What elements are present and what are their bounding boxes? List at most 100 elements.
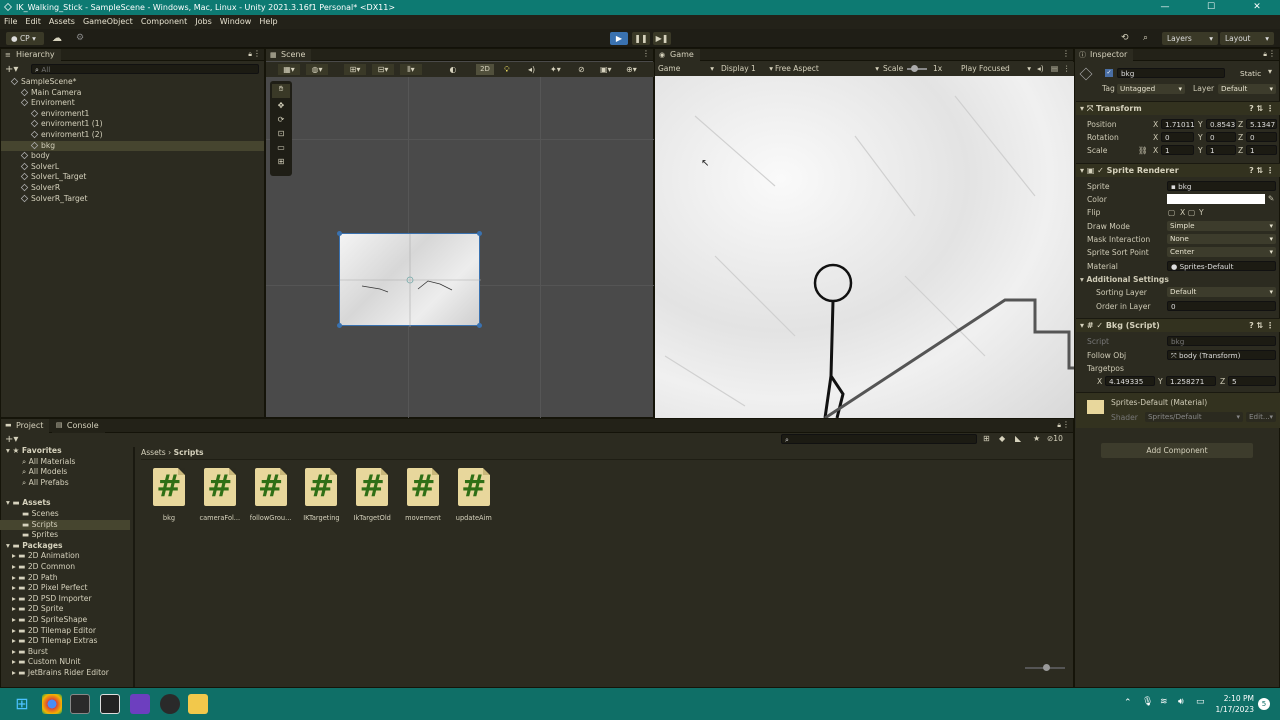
bkg-sprite[interactable]: [337, 231, 482, 328]
tab-scene[interactable]: ▦ Scene: [266, 49, 312, 61]
tree-section-packages[interactable]: ▾ ▬ Packages: [6, 541, 63, 552]
battery-icon[interactable]: ▭: [1196, 697, 1205, 707]
object-name-input[interactable]: bkg: [1117, 68, 1225, 78]
mute-audio-icon[interactable]: ◂): [1037, 62, 1044, 76]
stats-icon[interactable]: ▤: [1051, 62, 1058, 76]
enabled-checkbox[interactable]: ✓: [1097, 166, 1104, 175]
search-by-label-icon[interactable]: ◆: [999, 434, 1005, 443]
add-icon[interactable]: +▾: [5, 64, 18, 75]
tab-game[interactable]: ◉ Game: [655, 49, 700, 61]
scale-y-field[interactable]: 1: [1206, 145, 1236, 155]
grid-snap-icon[interactable]: ⊞▾: [344, 64, 366, 75]
breadcrumb-assets[interactable]: Assets: [141, 448, 166, 457]
resize-handle[interactable]: [477, 323, 482, 328]
enabled-checkbox[interactable]: ✓: [1096, 321, 1103, 330]
lighting-icon[interactable]: 💡︎: [504, 64, 516, 75]
gizmos-icon[interactable]: ⋮: [1063, 62, 1071, 76]
lock-icon[interactable]: 🔒︎: [1057, 421, 1061, 430]
active-checkbox[interactable]: ✓: [1105, 69, 1113, 77]
add-asset-icon[interactable]: +▾: [5, 434, 18, 445]
hidden-objects-icon[interactable]: ⊘: [578, 64, 592, 75]
scale-slider[interactable]: [907, 65, 927, 72]
move-tool-icon[interactable]: ✥: [272, 101, 290, 113]
layout-dropdown[interactable]: Layout ▾: [1220, 32, 1274, 45]
scale-x-field[interactable]: 1: [1161, 145, 1194, 155]
align-icon[interactable]: ⫴▾: [400, 64, 422, 75]
tree-item[interactable]: ▸ ▬ 2D Sprite: [0, 604, 130, 615]
save-search-icon[interactable]: ◣: [1015, 434, 1021, 443]
breadcrumb-scripts[interactable]: Scripts: [174, 448, 204, 457]
hierarchy-item[interactable]: SolverL_Target: [1, 172, 264, 183]
maximize-button[interactable]: ☐: [1188, 0, 1234, 15]
sort-point-dropdown[interactable]: Center: [1167, 247, 1276, 257]
layers-dropdown[interactable]: Layers ▾: [1162, 32, 1218, 45]
wifi-icon[interactable]: ≋: [1160, 697, 1168, 707]
chevron-up-icon[interactable]: ⌃: [1124, 698, 1132, 708]
increment-snap-icon[interactable]: ⊟▾: [372, 64, 394, 75]
targetpos-y-field[interactable]: 1.258271: [1166, 376, 1216, 386]
mask-interaction-dropdown[interactable]: None: [1167, 234, 1276, 244]
unity-editor-icon[interactable]: [100, 694, 120, 714]
script-asset[interactable]: # followGrou...: [250, 468, 292, 522]
more-icon[interactable]: ⋮: [253, 49, 261, 58]
tree-item[interactable]: ▸ ▬ 2D SpriteShape: [0, 615, 130, 626]
tree-item[interactable]: ▸ ▬ Burst: [0, 647, 130, 658]
menu-gameobject[interactable]: GameObject: [79, 17, 137, 26]
menu-jobs[interactable]: Jobs: [191, 17, 216, 26]
tree-item[interactable]: ▬ Sprites: [0, 530, 130, 541]
visual-studio-icon[interactable]: [130, 694, 150, 714]
aspect-dropdown[interactable]: Free Aspect ▾: [775, 62, 879, 76]
sprite-renderer-header[interactable]: ▾ ▣ ✓ Sprite Renderer ? ⇅ ⋮: [1076, 163, 1280, 177]
draw-mode-icon[interactable]: ▦▾: [278, 64, 300, 75]
tab-hierarchy[interactable]: ≡ Hierarchy: [1, 49, 61, 61]
transform-tool-icon[interactable]: ⊞: [272, 157, 290, 169]
toggle-2d-button[interactable]: 2D: [476, 64, 494, 75]
color-swatch[interactable]: [1167, 194, 1265, 204]
hierarchy-item[interactable]: SolverR: [1, 183, 264, 194]
tree-item[interactable]: ▸ ▬ 2D Pixel Perfect: [0, 583, 130, 594]
position-y-field[interactable]: 0.8543: [1206, 119, 1236, 129]
tree-item[interactable]: ▬ Scripts: [0, 519, 130, 531]
zoom-slider-thumb[interactable]: [1043, 664, 1050, 671]
unity-hub-icon[interactable]: [70, 694, 90, 714]
resize-handle[interactable]: [337, 323, 342, 328]
script-asset[interactable]: # IKTargeting: [300, 468, 342, 522]
tab-project[interactable]: ▬ Project: [1, 419, 50, 433]
more-icon[interactable]: ⋮: [642, 49, 650, 58]
obs-icon[interactable]: [160, 694, 180, 714]
additional-settings-foldout[interactable]: ▾ Additional Settings: [1080, 275, 1169, 284]
menu-help[interactable]: Help: [255, 17, 281, 26]
link-icon[interactable]: ⛓: [1138, 146, 1148, 155]
tree-item[interactable]: ▸ ▬ 2D PSD Importer: [0, 594, 130, 605]
lock-icon[interactable]: 🔒︎: [248, 50, 252, 59]
hierarchy-item[interactable]: SolverR_Target: [1, 194, 264, 205]
tree-item[interactable]: ▸ ▬ 2D Common: [0, 562, 130, 573]
play-button[interactable]: ▶: [610, 32, 628, 45]
shader-dropdown[interactable]: Sprites/Default: [1145, 412, 1243, 422]
hierarchy-item[interactable]: SolverL: [1, 162, 264, 173]
resize-handle[interactable]: [477, 231, 482, 236]
resize-handle[interactable]: [337, 231, 342, 236]
tree-item[interactable]: ▬ Scenes: [0, 509, 130, 520]
tree-item[interactable]: ▸ ▬ 2D Tilemap Editor: [0, 626, 130, 637]
microphone-icon[interactable]: 🎙︎: [1142, 697, 1153, 707]
static-dropdown[interactable]: ▾: [1268, 67, 1272, 76]
rotation-x-field[interactable]: 0: [1161, 132, 1194, 142]
script-asset[interactable]: # updateAim: [453, 468, 495, 522]
file-explorer-icon[interactable]: [188, 694, 208, 714]
tree-section-favorites[interactable]: ▾ ★ Favorites: [6, 446, 62, 457]
search-icon[interactable]: ⌕: [1143, 33, 1157, 44]
menu-component[interactable]: Component: [137, 17, 191, 26]
split-divider[interactable]: [133, 447, 135, 687]
display-dropdown[interactable]: Display 1 ▾: [721, 62, 773, 76]
game-view-dropdown[interactable]: Game ▾: [658, 62, 714, 76]
tree-item[interactable]: ⌕ All Materials: [0, 457, 130, 468]
targetpos-x-field[interactable]: 4.149335: [1105, 376, 1155, 386]
search-by-type-icon[interactable]: ⊞: [983, 434, 990, 443]
lock-icon[interactable]: 🔒︎: [1263, 50, 1267, 59]
script-asset[interactable]: # movement: [402, 468, 444, 522]
favorite-icon[interactable]: ★: [1033, 434, 1040, 443]
material-field[interactable]: ● Sprites-Default: [1167, 261, 1276, 271]
hierarchy-search-input[interactable]: ⌕ All: [31, 64, 259, 74]
flip-y-checkbox[interactable]: ▢: [1188, 208, 1195, 217]
